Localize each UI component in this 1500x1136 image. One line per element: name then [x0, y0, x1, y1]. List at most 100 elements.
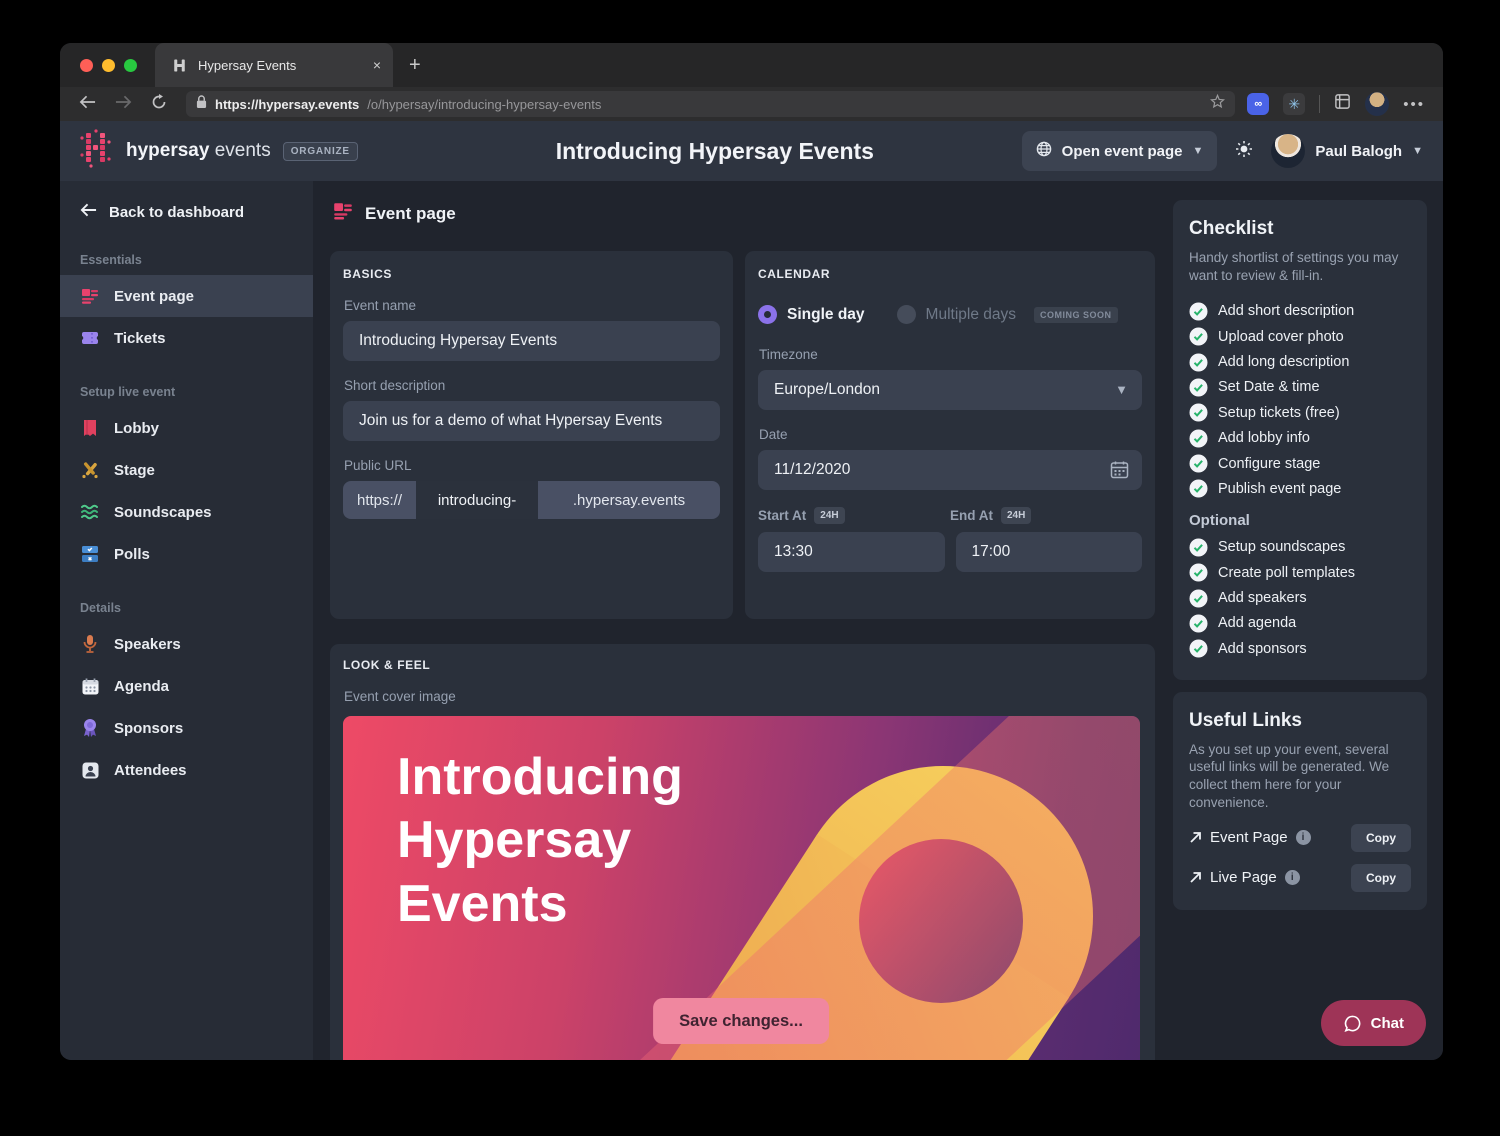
sidebar-item-stage[interactable]: Stage [60, 449, 313, 491]
copy-live-page-button[interactable]: Copy [1351, 864, 1411, 892]
user-name: Paul Balogh [1315, 143, 1402, 160]
save-changes-button[interactable]: Save changes... [653, 998, 829, 1044]
live-page-link[interactable]: Live Page i [1189, 869, 1351, 886]
checklist-item[interactable]: Upload cover photo [1189, 324, 1411, 349]
sidebar-item-event-page[interactable]: Event page [60, 275, 313, 317]
multiple-days-radio[interactable] [897, 305, 916, 324]
sidebar-section-details: Details [60, 575, 313, 623]
cover-image-label: Event cover image [344, 689, 1142, 704]
checklist-item[interactable]: Configure stage [1189, 451, 1411, 476]
sidebar-item-tickets[interactable]: Tickets [60, 317, 313, 359]
sidebar-item-agenda[interactable]: Agenda [60, 665, 313, 707]
start-24h-badge: 24H [814, 507, 844, 524]
event-page-link[interactable]: Event Page i [1189, 829, 1351, 846]
event-title: Introducing Hypersay Events [408, 138, 1022, 165]
checklist-item[interactable]: Add lobby info [1189, 426, 1411, 451]
cover-title: Introducing Hypersay Events [397, 746, 683, 936]
tickets-icon [80, 328, 100, 348]
back-icon[interactable] [72, 95, 102, 114]
checklist-item[interactable]: Add short description [1189, 299, 1411, 324]
forward-icon[interactable] [108, 95, 138, 114]
public-url-control: https:// introducing- .hypersay.events [343, 481, 720, 519]
short-description-label: Short description [344, 378, 720, 393]
user-menu[interactable]: Paul Balogh ▼ [1271, 134, 1423, 168]
check-icon [1189, 614, 1208, 633]
user-avatar [1271, 134, 1305, 168]
browser-tab[interactable]: Hypersay Events × [155, 43, 393, 87]
check-icon [1189, 429, 1208, 448]
url-slug-input[interactable]: introducing- [416, 481, 538, 519]
live-page-link-row: Live Page i Copy [1189, 864, 1411, 892]
start-time-input[interactable] [758, 532, 945, 572]
checklist-items: Add short description Upload cover photo… [1189, 299, 1411, 502]
check-icon [1189, 563, 1208, 582]
basics-panel: BASICS Event name Short description Publ… [330, 251, 733, 619]
tab-close-icon[interactable]: × [373, 57, 381, 73]
address-bar[interactable]: https://hypersay.events/o/hypersay/intro… [186, 91, 1235, 117]
checklist-item[interactable]: Create poll templates [1189, 560, 1411, 585]
back-to-dashboard[interactable]: Back to dashboard [60, 197, 313, 227]
sidebar-item-attendees[interactable]: Attendees [60, 749, 313, 791]
date-field[interactable] [758, 450, 1142, 490]
info-icon[interactable]: i [1296, 830, 1311, 845]
extension-icon[interactable]: ∞ [1247, 93, 1269, 115]
copy-event-page-button[interactable]: Copy [1351, 824, 1411, 852]
event-page-icon [80, 286, 100, 306]
timezone-select[interactable]: ▼ [758, 370, 1142, 410]
date-input[interactable] [758, 450, 1142, 490]
globe-icon [1036, 141, 1052, 161]
app-header: hypersay events ORGANIZE Introducing Hyp… [60, 121, 1443, 181]
checklist-item[interactable]: Add sponsors [1189, 636, 1411, 661]
new-tab-button[interactable]: + [393, 43, 437, 87]
check-icon [1189, 378, 1208, 397]
back-arrow-icon [80, 203, 97, 221]
open-event-page-button[interactable]: Open event page ▼ [1022, 131, 1218, 171]
check-icon [1189, 589, 1208, 608]
theme-toggle-sun-icon[interactable] [1235, 140, 1253, 163]
minimize-window-button[interactable] [102, 59, 115, 72]
checklist-title: Checklist [1189, 218, 1411, 240]
sidebar-item-sponsors[interactable]: Sponsors [60, 707, 313, 749]
checklist-item[interactable]: Add agenda [1189, 611, 1411, 636]
sidebar-item-soundscapes[interactable]: Soundscapes [60, 491, 313, 533]
chat-button[interactable]: Chat [1321, 1000, 1426, 1046]
close-window-button[interactable] [80, 59, 93, 72]
info-icon[interactable]: i [1285, 870, 1300, 885]
toolbar-divider [1319, 95, 1320, 113]
checklist-item[interactable]: Publish event page [1189, 476, 1411, 501]
bookmark-star-icon[interactable] [1210, 94, 1225, 114]
short-description-input[interactable] [343, 401, 720, 441]
end-time-input[interactable] [956, 532, 1143, 572]
end-24h-badge: 24H [1001, 507, 1031, 524]
window-controls [60, 43, 155, 87]
brand[interactable]: hypersay events ORGANIZE [78, 129, 408, 174]
zoom-window-button[interactable] [124, 59, 137, 72]
sidebar-item-speakers[interactable]: Speakers [60, 623, 313, 665]
extension-icon[interactable]: ✳ [1283, 93, 1305, 115]
collections-icon[interactable] [1334, 93, 1351, 115]
favicon-hypersay-icon [169, 55, 189, 75]
external-link-icon [1189, 871, 1202, 884]
calendar-heading: CALENDAR [758, 267, 1142, 281]
browser-tab-bar: Hypersay Events × + [60, 43, 1443, 87]
checklist-item[interactable]: Setup tickets (free) [1189, 400, 1411, 425]
checklist-item[interactable]: Add speakers [1189, 585, 1411, 610]
sidebar-item-polls[interactable]: Polls [60, 533, 313, 575]
sidebar-item-lobby[interactable]: Lobby [60, 407, 313, 449]
ribbon-icon [80, 718, 100, 738]
event-name-input[interactable] [343, 321, 720, 361]
checklist-item[interactable]: Set Date & time [1189, 375, 1411, 400]
optional-items: Setup soundscapes Create poll templates … [1189, 535, 1411, 662]
checklist-item[interactable]: Setup soundscapes [1189, 535, 1411, 560]
optional-label: Optional [1189, 512, 1411, 529]
useful-links-description: As you set up your event, several useful… [1189, 741, 1411, 812]
single-day-radio[interactable] [758, 305, 777, 324]
browser-profile-avatar[interactable] [1365, 92, 1389, 116]
timezone-value[interactable] [758, 370, 1142, 410]
stage-icon [80, 460, 100, 480]
browser-menu-icon[interactable]: ••• [1403, 96, 1425, 113]
browser-toolbar: https://hypersay.events/o/hypersay/intro… [60, 87, 1443, 121]
timezone-label: Timezone [759, 347, 1142, 362]
reload-icon[interactable] [144, 94, 174, 115]
checklist-item[interactable]: Add long description [1189, 349, 1411, 374]
